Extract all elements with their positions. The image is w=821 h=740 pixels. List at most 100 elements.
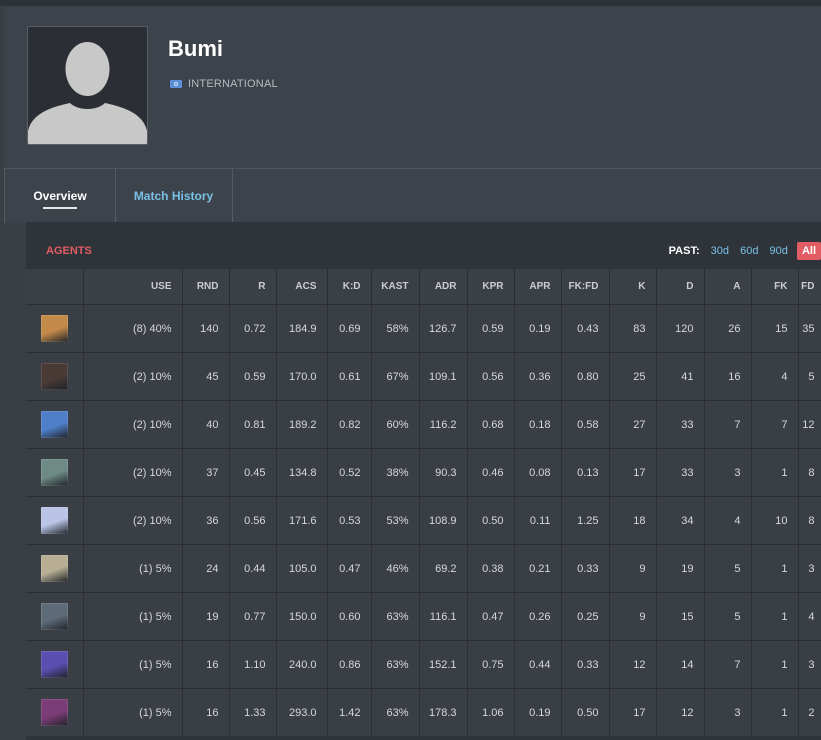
stat-cell: 0.13 (561, 448, 610, 497)
column-header[interactable]: FK:FD (561, 269, 610, 305)
period-60d-link[interactable]: 60d (740, 242, 758, 260)
table-row: (2) 10% 36 0.56 171.6 0.53 53% 108.9 0.50 0.11 1.… (26, 496, 821, 545)
stat-cell: 25 (609, 352, 657, 401)
stat-cell: 17 (609, 688, 657, 736)
stat-cell: 0.75 (467, 640, 515, 689)
stat-cell: 16 (704, 352, 752, 401)
stat-cell: 0.50 (561, 688, 610, 736)
stat-cell: 116.2 (419, 400, 468, 449)
stat-cell: 12 (656, 688, 705, 736)
period-30d-link[interactable]: 30d (711, 242, 729, 260)
stat-cell: 24 (182, 544, 230, 593)
stat-cell: 0.72 (229, 304, 277, 353)
column-header[interactable]: R (229, 269, 277, 305)
stat-cell: 0.59 (229, 352, 277, 401)
stat-cell: 15 (656, 592, 705, 641)
stat-cell: (1) 5% (83, 592, 183, 641)
stat-cell: 5 (704, 592, 752, 641)
stat-cell: 0.11 (514, 496, 562, 545)
stat-cell: 46% (371, 544, 420, 593)
stat-cell: 0.56 (229, 496, 277, 545)
stat-cell: 0.26 (514, 592, 562, 641)
agent-cell (26, 544, 84, 593)
stat-cell: 37 (182, 448, 230, 497)
column-header[interactable]: FD (798, 269, 821, 305)
stat-cell: 33 (656, 448, 705, 497)
column-header[interactable]: USE (83, 269, 183, 305)
stat-cell: 0.77 (229, 592, 277, 641)
stat-cell: 17 (609, 448, 657, 497)
table-row: (1) 5% 16 1.33 293.0 1.42 63% 178.3 1.06 0.19 0.5… (26, 688, 821, 736)
stat-cell: 0.33 (561, 640, 610, 689)
stat-cell: 0.19 (514, 304, 562, 353)
stat-cell: 0.47 (327, 544, 372, 593)
period-90d-link[interactable]: 90d (770, 242, 788, 260)
stat-cell: 12 (609, 640, 657, 689)
tab-overview[interactable]: Overview (4, 169, 116, 223)
profile-tabs: Overview Match History (4, 168, 821, 223)
stat-cell: 170.0 (276, 352, 328, 401)
stat-cell: 63% (371, 592, 420, 641)
stat-cell: 126.7 (419, 304, 468, 353)
stat-cell: 4 (751, 352, 799, 401)
period-all-button[interactable]: All (796, 242, 821, 260)
column-header[interactable]: A (704, 269, 752, 305)
stat-cell: 120 (656, 304, 705, 353)
column-header[interactable]: FK (751, 269, 799, 305)
column-header[interactable]: APR (514, 269, 562, 305)
stat-cell: 140 (182, 304, 230, 353)
stat-cell: 105.0 (276, 544, 328, 593)
stat-cell: 7 (704, 400, 752, 449)
stat-cell: 0.82 (327, 400, 372, 449)
column-header[interactable]: ACS (276, 269, 328, 305)
stat-cell: 1.42 (327, 688, 372, 736)
agent-portrait-3-icon[interactable] (40, 411, 68, 438)
stat-cell: 0.59 (467, 304, 515, 353)
agent-portrait-9-icon[interactable] (40, 699, 68, 726)
agent-portrait-4-icon[interactable] (40, 459, 68, 486)
agents-stats-table: USE RND R ACS K:D KAST ADR KPR APR FK:FD… (26, 269, 821, 736)
stat-cell: 0.61 (327, 352, 372, 401)
stat-cell: 67% (371, 352, 420, 401)
column-header[interactable]: RND (182, 269, 230, 305)
stat-cell: 171.6 (276, 496, 328, 545)
stat-cell: 3 (704, 448, 752, 497)
agent-portrait-2-icon[interactable] (40, 363, 68, 390)
stat-cell: 178.3 (419, 688, 468, 736)
agent-portrait-1-icon[interactable] (40, 315, 68, 342)
default-avatar-icon (28, 27, 147, 144)
stat-cell: 0.44 (229, 544, 277, 593)
stat-cell: (8) 40% (83, 304, 183, 353)
column-header[interactable]: K (609, 269, 657, 305)
stat-cell: 0.58 (561, 400, 610, 449)
stat-cell: 0.25 (561, 592, 610, 641)
agent-portrait-8-icon[interactable] (40, 651, 68, 678)
stat-cell: 34 (656, 496, 705, 545)
column-header[interactable]: D (656, 269, 705, 305)
agent-cell (26, 304, 84, 353)
stat-cell: 69.2 (419, 544, 468, 593)
stat-cell: 26 (704, 304, 752, 353)
stat-cell: 15 (751, 304, 799, 353)
table-row: (1) 5% 16 1.10 240.0 0.86 63% 152.1 0.75 0.44 0.3… (26, 640, 821, 689)
table-row: (2) 10% 37 0.45 134.8 0.52 38% 90.3 0.46 0.08 0.1… (26, 448, 821, 497)
column-header[interactable]: ADR (419, 269, 468, 305)
column-header[interactable]: KAST (371, 269, 420, 305)
column-header[interactable]: KPR (467, 269, 515, 305)
stat-cell: 35 (798, 304, 821, 353)
agent-portrait-6-icon[interactable] (40, 555, 68, 582)
stat-cell: 1.25 (561, 496, 610, 545)
table-row: (8) 40% 140 0.72 184.9 0.69 58% 126.7 0.59 0.19 0… (26, 304, 821, 353)
stat-cell: (2) 10% (83, 448, 183, 497)
stat-cell: 16 (182, 688, 230, 736)
stat-cell: 0.08 (514, 448, 562, 497)
tab-match-history[interactable]: Match History (115, 169, 233, 223)
stat-cell: 0.81 (229, 400, 277, 449)
stat-cell: (1) 5% (83, 544, 183, 593)
stat-cell: 9 (609, 592, 657, 641)
agent-portrait-7-icon[interactable] (40, 603, 68, 630)
stat-cell: 152.1 (419, 640, 468, 689)
table-row: (2) 10% 45 0.59 170.0 0.61 67% 109.1 0.56 0.36 0.… (26, 352, 821, 401)
agent-portrait-5-icon[interactable] (40, 507, 68, 534)
column-header[interactable]: K:D (327, 269, 372, 305)
